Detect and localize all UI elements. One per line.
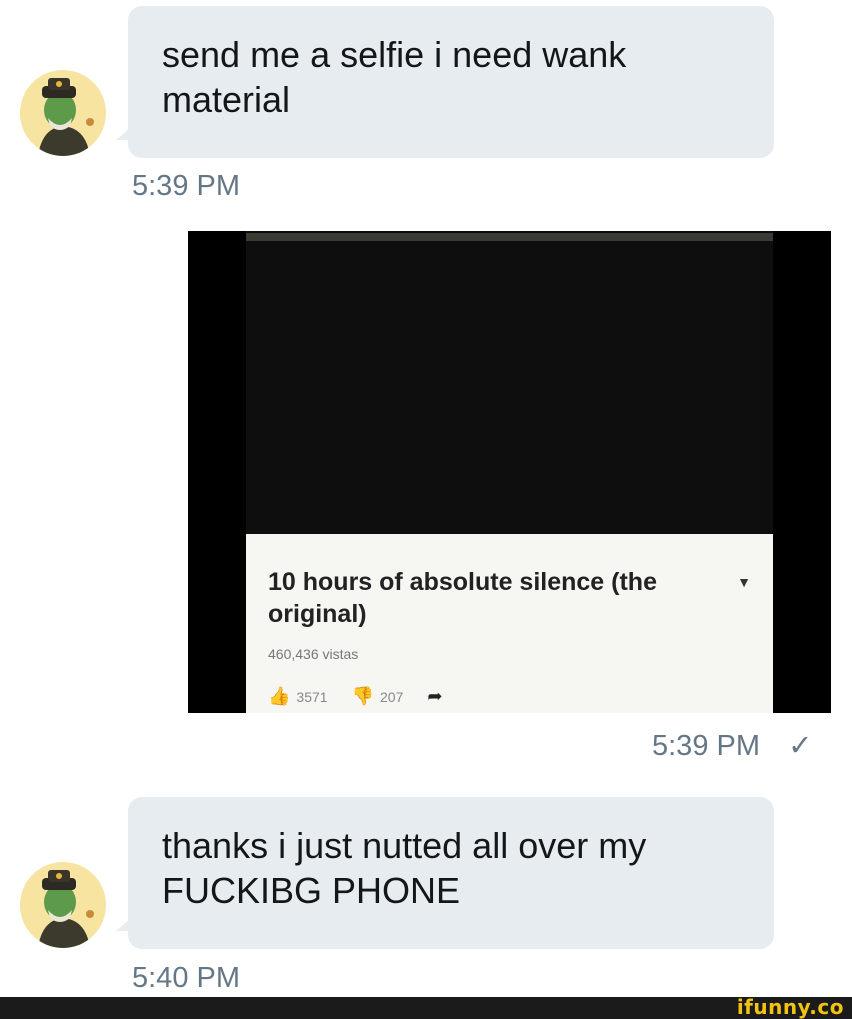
- dislike-count: 207: [380, 688, 404, 705]
- message-timestamp: 5:40 PM: [132, 962, 240, 994]
- like-count: 3571: [296, 688, 328, 705]
- thumbs-down-icon: 👎: [351, 686, 374, 706]
- message-timestamp: 5:39 PM ✓: [652, 728, 812, 763]
- message-text-line: material: [162, 79, 291, 120]
- video-title: 10 hours of absolute silence (the origin…: [268, 566, 708, 630]
- message-bubble[interactable]: thanks i just nutted all over my FUCKIBG…: [116, 797, 774, 949]
- message-text-line: thanks i just nutted all over my: [162, 825, 647, 866]
- message-text-line: send me a selfie i need wank: [162, 34, 627, 75]
- avatar[interactable]: [20, 70, 106, 156]
- message-text-line: FUCKIBG PHONE: [162, 870, 461, 911]
- message-timestamp: 5:39 PM: [132, 170, 240, 202]
- message-timestamp-text: 5:39 PM: [652, 730, 760, 762]
- avatar-icon: [20, 862, 106, 948]
- video-title-line: 10 hours of absolute silence (the: [268, 568, 657, 596]
- video-views: 460,436 vistas: [268, 646, 359, 662]
- youtube-screenshot: 10 hours of absolute silence (the origin…: [246, 231, 773, 713]
- video-actions: 👍 3571 👎 207 ➦: [268, 686, 448, 707]
- watermark-bar: ifunny.co: [0, 995, 852, 1019]
- avatar[interactable]: [20, 862, 106, 948]
- shared-image[interactable]: 10 hours of absolute silence (the origin…: [188, 231, 831, 713]
- watermark-logo: ifunny.co: [736, 995, 844, 1019]
- thumbs-up-icon: 👍: [268, 686, 291, 706]
- message-bubble[interactable]: send me a selfie i need wank material: [116, 6, 774, 158]
- avatar-icon: [20, 70, 106, 156]
- video-info-panel: 10 hours of absolute silence (the origin…: [246, 534, 773, 713]
- checkmark-icon: ✓: [788, 730, 813, 762]
- video-title-line: original): [268, 600, 367, 628]
- video-player: [246, 233, 773, 541]
- caret-down-icon: ▼: [737, 574, 751, 590]
- share-icon: ➦: [427, 686, 443, 706]
